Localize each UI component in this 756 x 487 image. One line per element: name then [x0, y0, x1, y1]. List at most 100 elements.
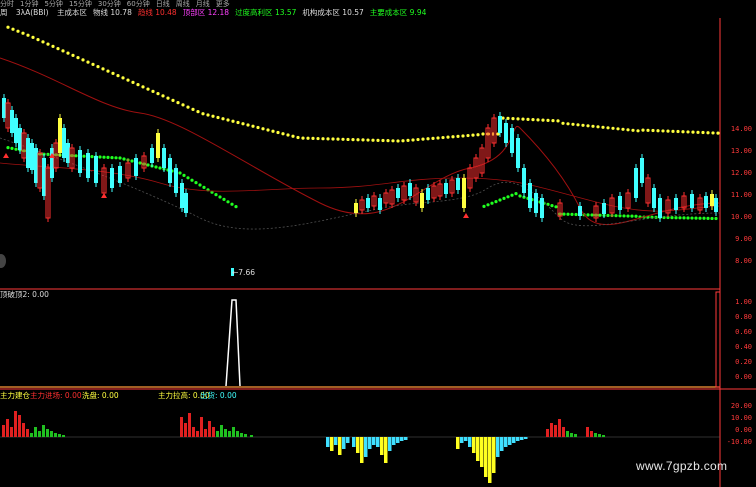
upper-band-dot — [381, 138, 385, 143]
upper-band-dot — [146, 87, 150, 91]
flow-bar-negative — [516, 437, 520, 441]
candle-body — [602, 203, 606, 214]
upper-band-dot — [121, 76, 125, 80]
flow-bar-positive — [208, 421, 211, 437]
candle-body — [522, 168, 526, 193]
lower-band-dot — [630, 214, 634, 218]
upper-band-dot — [101, 67, 105, 71]
candle-body — [396, 188, 400, 198]
period-tab[interactable]: 更多 — [216, 0, 230, 8]
indicator-prefix: 周 — [0, 8, 8, 17]
upper-band-dot — [391, 139, 395, 143]
upper-band-dot — [511, 117, 515, 121]
oscillator-y-tick: 0.00 — [735, 373, 752, 381]
upper-band-dot — [581, 123, 585, 127]
upper-band-dot — [426, 137, 430, 141]
period-tab[interactable]: 15分钟 — [69, 0, 92, 8]
price-y-tick: 12.00 — [730, 169, 752, 177]
upper-band-dot — [431, 136, 435, 140]
flow-bar-negative — [492, 437, 496, 473]
period-tab[interactable]: 60分钟 — [127, 0, 150, 8]
flow-bar-positive — [196, 431, 199, 437]
flow-bar-negative — [388, 437, 392, 451]
flow-bar-positive — [220, 425, 223, 437]
period-tab[interactable]: 日线 — [156, 0, 170, 8]
indicator-legend-item: 过度高利区 13.57 — [235, 8, 297, 17]
flow-label: 洗盘: 0.00 — [82, 391, 119, 400]
upper-band-dot — [131, 80, 135, 84]
upper-band-dot — [621, 127, 625, 131]
flow-y-tick: 0.00 — [735, 426, 752, 434]
flow-bar-positive — [216, 431, 219, 437]
upper-band-dot — [301, 136, 305, 140]
upper-band-dot — [291, 134, 295, 138]
indicator-legend-item: 主要成本区 9.94 — [369, 8, 427, 17]
upper-band-dot — [206, 113, 210, 117]
upper-band-dot — [626, 128, 630, 132]
upper-band-dot — [356, 138, 360, 142]
upper-band-dot — [571, 122, 575, 126]
candle-body — [540, 198, 544, 218]
lower-band-dot — [606, 213, 610, 218]
flow-bar-negative — [488, 437, 492, 483]
oscillator-y-tick: 0.20 — [735, 358, 752, 366]
candle-body — [510, 128, 514, 153]
upper-band-dot — [231, 119, 235, 123]
period-tab[interactable]: 5分钟 — [44, 0, 62, 8]
upper-band-dot — [21, 31, 25, 35]
candle-body — [134, 158, 138, 176]
upper-band-dot — [441, 135, 445, 140]
lower-band-dot — [698, 216, 702, 220]
upper-band-dot — [26, 33, 30, 37]
flow-bar-positive — [566, 431, 569, 437]
price-chart-panel[interactable]: ←7.66 14.00 13.00 12.00 11.00 10.00 9.00 8.00 — [0, 18, 756, 290]
upper-band-dot — [316, 136, 320, 141]
upper-band-dot — [666, 129, 670, 133]
upper-band-dot — [516, 117, 520, 121]
period-tab[interactable]: 周线 — [176, 0, 190, 8]
period-tab[interactable]: 30分钟 — [98, 0, 121, 8]
flow-bar-positive — [590, 431, 593, 437]
oscillator-scroll-bar — [715, 291, 721, 388]
upper-band-dot — [86, 60, 90, 64]
upper-band-dot — [361, 138, 365, 142]
lower-band-dot — [510, 193, 514, 197]
upper-band-dot — [351, 137, 355, 142]
lower-band-dot — [622, 214, 626, 218]
flow-bar-positive — [46, 429, 49, 437]
upper-band-dot — [686, 130, 690, 134]
flow-bar-positive — [598, 434, 601, 437]
flow-bar-negative — [512, 437, 516, 443]
lower-band-dot — [146, 163, 150, 167]
upper-band-dot — [276, 130, 280, 135]
price-y-tick: 13.00 — [730, 147, 752, 155]
stock-chart-window: 分时 1分钟 5分钟 15分钟 30分钟 60分钟 日线 周线 月线 更多 周 3λA(BBI) … — [0, 0, 756, 487]
flow-label: 出货: 0.00 — [200, 391, 237, 400]
upper-band-dot — [161, 94, 165, 98]
period-tab[interactable]: 月线 — [196, 0, 210, 8]
upper-band-dot — [56, 47, 60, 51]
lower-band-dot — [678, 216, 682, 220]
indicator-name: 3λA(BBI) — [15, 8, 49, 17]
flow-bar-negative — [326, 437, 330, 447]
buy-signal-arrow — [463, 213, 469, 218]
lower-band-dot — [614, 214, 618, 218]
lower-band-dot — [502, 196, 506, 200]
period-tab[interactable]: 1分钟 — [20, 0, 38, 8]
upper-band-dot — [601, 125, 605, 129]
flow-bar-negative — [380, 437, 384, 455]
upper-band-dot — [531, 118, 535, 122]
oscillator-svg — [0, 290, 756, 390]
upper-band-dot — [631, 128, 635, 132]
upper-band-dot — [336, 137, 340, 141]
upper-band-dot — [421, 137, 425, 141]
upper-band-dot — [306, 136, 310, 140]
period-tab[interactable]: 分时 — [0, 0, 14, 8]
lower-band-dot — [130, 159, 134, 163]
flow-y-tick: -10.00 — [726, 438, 752, 446]
upper-band-dot — [691, 130, 695, 134]
upper-band-dot — [396, 139, 400, 143]
oscillator-panel[interactable]: 顶破顶2: 0.00 1.00 0.80 0.60 0.40 0.20 0.00 — [0, 290, 756, 390]
flow-bar-positive — [228, 431, 231, 437]
upper-band-dot — [191, 107, 195, 111]
